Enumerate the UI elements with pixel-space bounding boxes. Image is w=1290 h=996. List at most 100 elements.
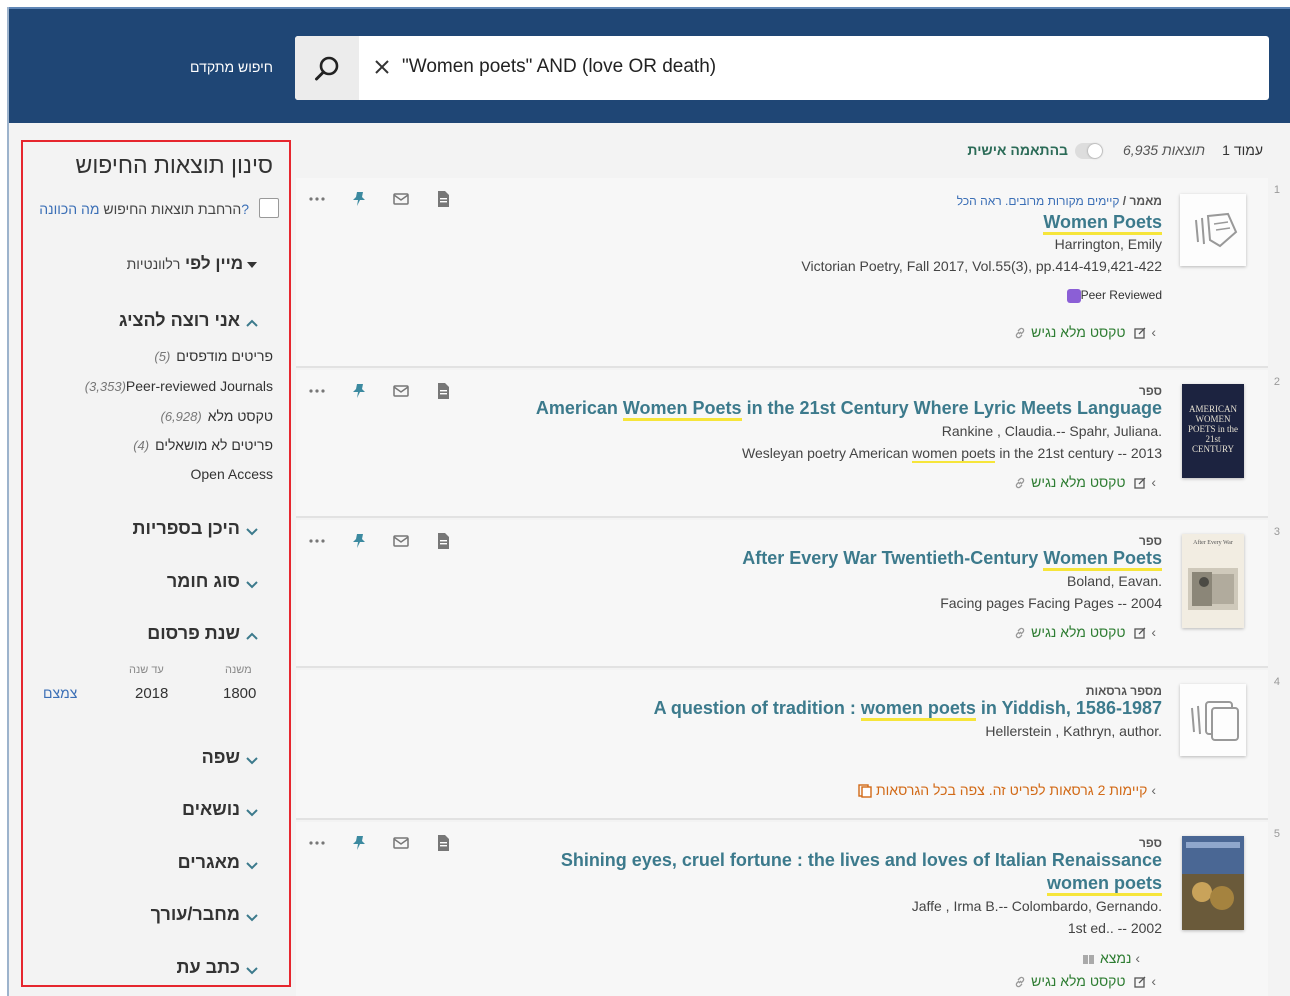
result-actions [308,190,452,208]
result-number: 4 [1273,676,1280,688]
external-link-icon [1133,476,1147,490]
facet-resource-type[interactable]: סוג חומר [167,571,273,592]
peer-reviewed-badge: Peer Reviewed [1063,288,1162,303]
expand-results-row: הרחבת תוצאות החיפוש מה הכוונה? [29,198,279,220]
result-title[interactable]: Women Poets [1043,212,1162,235]
facet-language[interactable]: שפה [202,747,273,768]
facet-pub-year[interactable]: שנת פרסום [147,623,273,644]
result-actions [308,382,452,400]
chevron-down-icon [245,803,259,817]
peer-reviewed-icon [1066,288,1081,303]
chevron-up-icon [245,627,259,641]
result-card[interactable]: 2 AMERICAN WOMEN POETS in the 21st CENTU… [296,370,1280,518]
facet-show-only-heading[interactable]: אני רוצה להציג [119,310,273,331]
all-versions-link[interactable]: קיימות 2 גרסאות לפריט זה. צפה בכל הגרסאו… [858,782,1162,798]
location-link[interactable]: נמצא ‹ [1078,950,1162,966]
pin-icon[interactable] [350,382,368,400]
result-number: 2 [1273,376,1280,388]
citation-icon[interactable] [434,190,452,208]
personalize-toggle[interactable] [1075,143,1103,159]
chevron-left-icon: ‹ [1151,324,1156,340]
search-input[interactable]: "Women poets" AND (love OR death) [402,56,716,78]
book-cover-shining-eyes[interactable] [1182,836,1244,930]
advanced-search-link[interactable]: חיפוש מתקדם [183,59,273,75]
expand-results-checkbox[interactable] [259,198,279,218]
results-header: עמוד 1 6,935 תוצאות בהתאמה אישית [967,142,1263,162]
result-number: 1 [1273,184,1280,196]
facet-option-peer-reviewed[interactable]: (3,353)Peer-reviewed Journals [79,378,273,394]
result-card[interactable]: 4 מספר גרסאות A question of tradition : … [296,670,1280,820]
book-cover-american-women-poets[interactable]: AMERICAN WOMEN POETS in the 21st CENTURY [1182,384,1244,478]
toggle-knob [1088,144,1102,158]
more-options-icon[interactable] [308,382,326,400]
email-icon[interactable] [392,834,410,852]
result-title[interactable]: Shining eyes, cruel fortune : the lives … [561,850,1162,871]
availability-link[interactable]: טקסט מלא נגיש ‹ [1009,624,1162,640]
availability-link[interactable]: טקסט מלא נגיש ‹ [1009,973,1162,989]
sort-label: מיין לפי [185,254,244,273]
email-icon[interactable] [392,532,410,550]
link-icon [1013,476,1027,490]
result-title-line2[interactable]: women poets [1046,873,1162,896]
facet-library-location[interactable]: היכן בספריות [133,518,273,539]
result-number: 3 [1273,526,1280,538]
book-cover-after-every-war[interactable]: After Every War [1182,534,1244,628]
chevron-down-icon [245,522,259,536]
clear-search-icon[interactable] [371,56,393,78]
result-card[interactable]: 5 ספר Shining eyes, cruel fortune : the … [296,822,1280,996]
chevron-left-icon: ‹ [1151,624,1156,640]
see-all-sources-link[interactable]: קיימים מקורות מרובים. ראה הכל [957,194,1120,208]
book-icon [1082,952,1096,966]
more-options-icon[interactable] [308,834,326,852]
link-icon [1013,326,1027,340]
result-title[interactable]: After Every War Twentieth-Century Women … [742,548,1162,571]
year-from-label: משנה [225,664,252,676]
facet-option-not-loaned[interactable]: פריטים לא מושאלים(4) [133,437,273,453]
result-thumbnail-multiple-versions[interactable] [1180,684,1246,756]
year-apply-button[interactable]: צמצם [43,685,77,701]
result-type: ספר [1139,836,1162,850]
facet-journal[interactable]: כתב עת [177,957,273,978]
citation-icon[interactable] [434,834,452,852]
more-options-icon[interactable] [308,190,326,208]
search-icon [315,56,339,81]
result-thumbnail-article[interactable] [1180,194,1246,266]
facet-option-open-access[interactable]: Open Access [191,466,274,482]
facet-option-full-text[interactable]: טקסט מלא(6,928) [160,408,273,424]
year-to-input[interactable]: 2018 [135,685,168,702]
pin-icon[interactable] [350,834,368,852]
citation-icon[interactable] [434,382,452,400]
result-title[interactable]: A question of tradition : women poets in… [654,698,1162,721]
link-icon [1013,626,1027,640]
result-actions [308,834,452,852]
result-source: Facing pages Facing Pages -- 2004 [940,595,1162,611]
result-card[interactable]: 3 After Every War ספר After Every War Tw… [296,520,1280,668]
pin-icon[interactable] [350,532,368,550]
chevron-up-icon [245,314,259,328]
facet-option-print[interactable]: פריטים מודפסים(5) [154,348,273,364]
facet-databases[interactable]: מאגרים [178,852,273,873]
result-title[interactable]: American Women Poets in the 21st Century… [536,398,1162,421]
result-card[interactable]: 1 מאמר / קיימים מקורות מרובים. ראה הכל W… [296,178,1280,368]
year-from-input[interactable]: 1800 [223,685,256,702]
personalize-label[interactable]: בהתאמה אישית [967,142,1068,158]
more-options-icon[interactable] [308,532,326,550]
facet-author[interactable]: מחבר/עורך [151,904,273,925]
availability-link[interactable]: טקסט מלא נגיש ‹ [1009,324,1162,340]
chevron-left-icon: ‹ [1151,973,1156,989]
result-type: מספר גרסאות [1085,684,1162,698]
result-type: ספר [1139,534,1162,548]
citation-icon[interactable] [434,532,452,550]
email-icon[interactable] [392,190,410,208]
search-button[interactable] [295,36,359,100]
search-box[interactable]: "Women poets" AND (love OR death) [295,36,1269,100]
page-left-edge [7,7,9,996]
result-author: Harrington, Emily [1054,236,1162,252]
email-icon[interactable] [392,382,410,400]
page-indicator: עמוד 1 [1222,142,1263,158]
sort-row: מיין לפי רלוונטיות [127,254,273,274]
result-type: מאמר / [1122,194,1162,208]
facet-subjects[interactable]: נושאים [182,799,273,820]
availability-link[interactable]: טקסט מלא נגיש ‹ [1009,474,1162,490]
pin-icon[interactable] [350,190,368,208]
